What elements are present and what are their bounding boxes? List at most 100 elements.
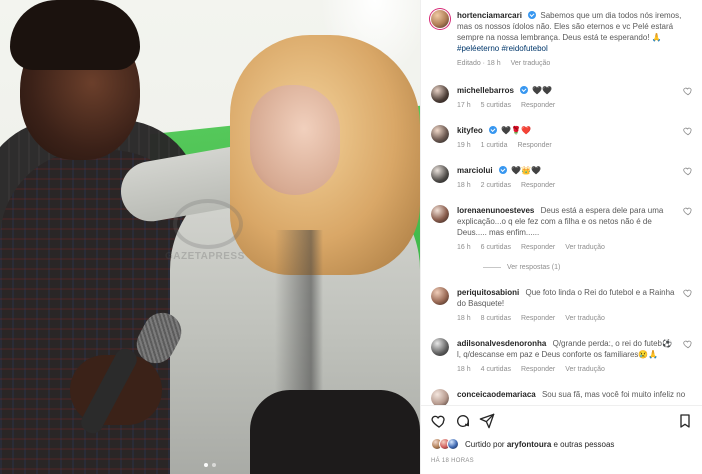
comment-reply-button[interactable]: Responder xyxy=(521,180,555,191)
verified-badge-icon xyxy=(489,126,498,134)
comment-reply-button[interactable]: Responder xyxy=(521,364,555,375)
like-comment-heart-icon[interactable] xyxy=(683,126,693,136)
like-comment-heart-icon[interactable] xyxy=(683,86,693,96)
comment-content: conceicaodemariaca Sou sua fã, mas você … xyxy=(457,389,693,400)
carousel-dot[interactable] xyxy=(212,463,216,467)
comment-username[interactable]: michellebarros xyxy=(457,86,514,95)
verified-badge-icon xyxy=(520,86,529,94)
woman-skirt xyxy=(250,390,420,474)
liked-by-avatars[interactable] xyxy=(431,438,459,450)
like-comment-heart-icon[interactable] xyxy=(683,339,693,349)
liked-by-prefix: Curtido por xyxy=(465,439,505,449)
comment-time: 18 h xyxy=(457,315,471,322)
comment-likes-link[interactable]: 5 curtidas xyxy=(481,100,511,111)
comment-username[interactable]: marciolui xyxy=(457,166,493,175)
caption-meta: Editado · 18 h Ver tradução xyxy=(457,58,693,69)
comment-content: marciolui 🖤👑🖤 18 h 2 curtidas Responder xyxy=(457,165,675,191)
watermark-text: GAZETAPRESS xyxy=(165,251,245,262)
comment-meta: 18 h 4 curtidas Responder Ver tradução xyxy=(457,364,675,375)
caption-hashtags[interactable]: #peléeterno #reidofutebol xyxy=(457,44,548,53)
comment-row: periquitosabioni Que foto linda o Rei do… xyxy=(431,287,693,324)
comment-translate-button[interactable]: Ver tradução xyxy=(565,242,605,253)
comment-time: 17 h xyxy=(457,102,471,109)
like-heart-icon[interactable] xyxy=(431,413,447,429)
comment-meta: 16 h 6 curtidas Responder Ver tradução xyxy=(457,242,675,253)
comment-reply-button[interactable]: Responder xyxy=(517,140,551,151)
caption-translate-button[interactable]: Ver tradução xyxy=(511,58,551,69)
comment-reply-button[interactable]: Responder xyxy=(521,100,555,111)
avatar[interactable] xyxy=(431,85,449,103)
comment-time: 19 h xyxy=(457,142,471,149)
liked-by-user[interactable]: aryfontoura xyxy=(507,440,551,449)
comment-translate-button[interactable]: Ver tradução xyxy=(565,364,605,375)
comment-row: lorenaenunoesteves Deus está a espera de… xyxy=(431,205,693,273)
like-comment-heart-icon[interactable] xyxy=(683,288,693,298)
action-row xyxy=(431,412,693,430)
comment-meta: 18 h 2 curtidas Responder xyxy=(457,180,675,191)
watermark-logo: GAZETAPRESS xyxy=(165,195,260,265)
man-hair xyxy=(10,0,140,70)
comment-username[interactable]: adilsonalvesdenoronha xyxy=(457,339,546,348)
view-replies-button[interactable]: Ver respostas (1) xyxy=(483,262,675,273)
comment-time: 18 h xyxy=(457,366,471,373)
liked-by-suffix[interactable]: e outras pessoas xyxy=(554,440,615,449)
comment-username[interactable]: conceicaodemariaca xyxy=(457,390,536,399)
save-bookmark-icon[interactable] xyxy=(677,413,693,429)
comment-text: 🖤👑🖤 xyxy=(511,166,541,175)
comment-username[interactable]: lorenaenunoesteves xyxy=(457,206,534,215)
avatar[interactable] xyxy=(431,125,449,143)
caption-edited: Editado · 18 h xyxy=(457,60,501,67)
comment-text: 🖤🖤 xyxy=(532,86,553,95)
comment-time: 16 h xyxy=(457,244,471,251)
post-timestamp: HÁ 18 HORAS xyxy=(431,458,474,464)
comment-likes-link[interactable]: 2 curtidas xyxy=(481,180,511,191)
view-replies-label[interactable]: Ver respostas (1) xyxy=(507,262,560,273)
comment-meta: 19 h 1 curtida Responder xyxy=(457,140,675,151)
comments-scroll-area[interactable]: hortenciamarcari Sabemos que um dia todo… xyxy=(421,0,702,405)
comment-likes-link[interactable]: 8 curtidas xyxy=(481,313,511,324)
comment-translate-button[interactable]: Ver tradução xyxy=(565,313,605,324)
comment-content: adilsonalvesdenoronha Q/grande perda:, o… xyxy=(457,338,675,375)
comment-text: Sou sua fã, mas você foi muito infeliz n… xyxy=(541,390,686,399)
comment-content: lorenaenunoesteves Deus está a espera de… xyxy=(457,205,675,273)
share-send-icon[interactable] xyxy=(479,413,495,429)
comment-meta: 17 h 5 curtidas Responder xyxy=(457,100,675,111)
comment-row: michellebarros 🖤🖤 17 h 5 curtidas Respon… xyxy=(431,85,693,111)
comment-likes-link[interactable]: 1 curtida xyxy=(481,140,508,151)
comment-row: marciolui 🖤👑🖤 18 h 2 curtidas Responder xyxy=(431,165,693,191)
comment-row: conceicaodemariaca Sou sua fã, mas você … xyxy=(431,389,693,405)
replies-divider-line xyxy=(483,267,501,268)
avatar[interactable] xyxy=(431,287,449,305)
like-comment-heart-icon[interactable] xyxy=(683,166,693,176)
comment-likes-link[interactable]: 4 curtidas xyxy=(481,364,511,375)
woman-face xyxy=(250,85,340,195)
comment-row: kityfeo 🖤🌹❤️ 19 h 1 curtida Responder xyxy=(431,125,693,151)
avatar[interactable] xyxy=(431,10,449,28)
caption-row: hortenciamarcari Sabemos que um dia todo… xyxy=(431,10,693,69)
like-comment-heart-icon[interactable] xyxy=(683,206,693,216)
comment-reply-button[interactable]: Responder xyxy=(521,242,555,253)
avatar[interactable] xyxy=(431,205,449,223)
comment-username[interactable]: periquitosabioni xyxy=(457,288,519,297)
comment-reply-button[interactable]: Responder xyxy=(521,313,555,324)
comment-content: kityfeo 🖤🌹❤️ 19 h 1 curtida Responder xyxy=(457,125,675,151)
comment-likes-link[interactable]: 6 curtidas xyxy=(481,242,511,253)
caption-content: hortenciamarcari Sabemos que um dia todo… xyxy=(457,10,693,69)
liked-by-text[interactable]: Curtido por aryfontoura e outras pessoas xyxy=(465,440,614,449)
liked-by-avatar[interactable] xyxy=(447,438,459,450)
caption-username[interactable]: hortenciamarcari xyxy=(457,11,522,20)
liked-by-row: Curtido por aryfontoura e outras pessoas xyxy=(431,438,693,450)
comment-username[interactable]: kityfeo xyxy=(457,126,483,135)
post-photo[interactable]: GAZETAPRESS xyxy=(0,0,420,474)
carousel-dots xyxy=(0,463,420,467)
avatar[interactable] xyxy=(431,389,449,405)
comment-content: periquitosabioni Que foto linda o Rei do… xyxy=(457,287,675,324)
avatar[interactable] xyxy=(431,338,449,356)
watermark-ring xyxy=(173,199,243,249)
avatar[interactable] xyxy=(431,165,449,183)
carousel-dot-active[interactable] xyxy=(204,463,208,467)
verified-badge-icon xyxy=(528,11,537,19)
comment-content: michellebarros 🖤🖤 17 h 5 curtidas Respon… xyxy=(457,85,675,111)
comment-time: 18 h xyxy=(457,182,471,189)
comment-bubble-icon[interactable] xyxy=(455,413,471,429)
